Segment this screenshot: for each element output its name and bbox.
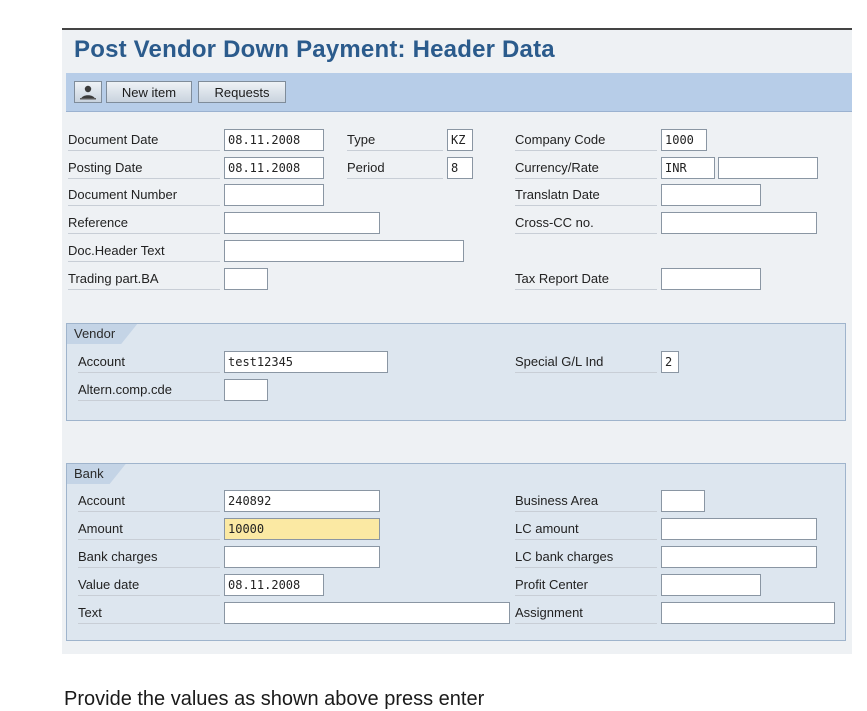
altern-comp-field[interactable] — [224, 379, 268, 401]
altern-comp-label: Altern.comp.cde — [78, 379, 220, 401]
business-area-field[interactable] — [661, 490, 705, 512]
doc-header-text-label: Doc.Header Text — [68, 240, 220, 262]
reference-field[interactable] — [224, 212, 380, 234]
translation-date-field[interactable] — [661, 184, 761, 206]
assignment-label: Assignment — [515, 602, 657, 624]
bank-group-title: Bank — [67, 464, 126, 484]
page-title: Post Vendor Down Payment: Header Data — [74, 36, 555, 63]
person-icon — [80, 85, 96, 100]
bank-account-field[interactable]: 240892 — [224, 490, 380, 512]
assignment-field[interactable] — [661, 602, 835, 624]
tax-report-date-label: Tax Report Date — [515, 268, 657, 290]
lc-amount-label: LC amount — [515, 518, 657, 540]
document-date-label: Document Date — [68, 129, 220, 151]
special-gl-field[interactable]: 2 — [661, 351, 679, 373]
new-item-button[interactable]: New item — [106, 81, 192, 103]
trading-part-field[interactable] — [224, 268, 268, 290]
type-label: Type — [347, 129, 443, 151]
tax-report-date-field[interactable] — [661, 268, 761, 290]
instruction-text: Provide the values as shown above press … — [64, 688, 485, 710]
vendor-account-label: Account — [78, 351, 220, 373]
currency-rate-label: Currency/Rate — [515, 157, 657, 179]
exchange-rate-field[interactable] — [718, 157, 818, 179]
profit-center-label: Profit Center — [515, 574, 657, 596]
doc-header-text-field[interactable] — [224, 240, 464, 262]
text-label: Text — [78, 602, 220, 624]
text-field[interactable] — [224, 602, 510, 624]
value-date-label: Value date — [78, 574, 220, 596]
bank-charges-label: Bank charges — [78, 546, 220, 568]
cross-cc-label: Cross-CC no. — [515, 212, 657, 234]
cross-cc-field[interactable] — [661, 212, 817, 234]
value-date-field[interactable]: 08.11.2008 — [224, 574, 324, 596]
lc-bank-charges-field[interactable] — [661, 546, 817, 568]
company-code-field[interactable]: 1000 — [661, 129, 707, 151]
document-date-field[interactable]: 08.11.2008 — [224, 129, 324, 151]
document-number-label: Document Number — [68, 184, 220, 206]
person-button[interactable] — [74, 81, 102, 103]
business-area-label: Business Area — [515, 490, 657, 512]
period-label: Period — [347, 157, 443, 179]
company-code-label: Company Code — [515, 129, 657, 151]
special-gl-label: Special G/L Ind — [515, 351, 657, 373]
profit-center-field[interactable] — [661, 574, 761, 596]
reference-label: Reference — [68, 212, 220, 234]
vendor-group-title: Vendor — [67, 324, 137, 344]
currency-field[interactable]: INR — [661, 157, 715, 179]
amount-label: Amount — [78, 518, 220, 540]
type-field[interactable]: KZ — [447, 129, 473, 151]
posting-date-label: Posting Date — [68, 157, 220, 179]
requests-button[interactable]: Requests — [198, 81, 286, 103]
period-field[interactable]: 8 — [447, 157, 473, 179]
lc-bank-charges-label: LC bank charges — [515, 546, 657, 568]
amount-field[interactable]: 10000 — [224, 518, 380, 540]
translation-date-label: Translatn Date — [515, 184, 657, 206]
application-toolbar: New item Requests — [66, 73, 852, 112]
posting-date-field[interactable]: 08.11.2008 — [224, 157, 324, 179]
bank-account-label: Account — [78, 490, 220, 512]
bank-charges-field[interactable] — [224, 546, 380, 568]
vendor-account-field[interactable]: test12345 — [224, 351, 388, 373]
lc-amount-field[interactable] — [661, 518, 817, 540]
trading-part-label: Trading part.BA — [68, 268, 220, 290]
document-number-field[interactable] — [224, 184, 324, 206]
